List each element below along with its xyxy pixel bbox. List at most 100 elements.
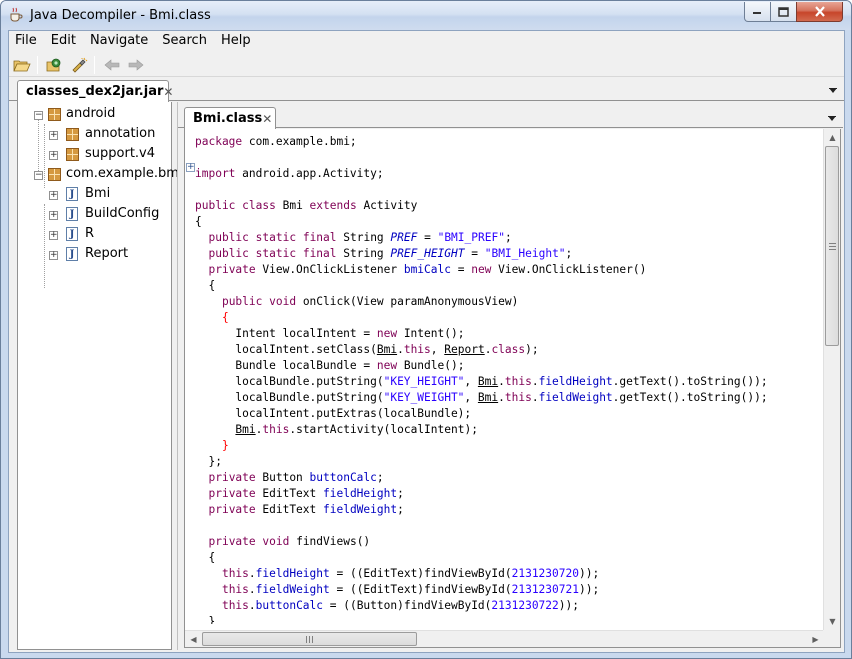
package-tree[interactable]: − android + annotation + support.v4 − co… xyxy=(17,102,183,650)
code-line: private void findViews() xyxy=(208,535,371,548)
scroll-left-icon[interactable]: ◀ xyxy=(185,631,202,647)
code-line: this.fieldWeight = ((EditText)findViewBy… xyxy=(221,583,600,596)
client-area: File Edit Navigate Search Help classes_d… xyxy=(8,30,845,653)
open-type-icon xyxy=(46,58,61,71)
open-file-button[interactable] xyxy=(11,54,33,76)
code-line: public static final String PREF_HEIGHT =… xyxy=(208,247,573,260)
maximize-button[interactable] xyxy=(770,2,797,22)
package-icon xyxy=(66,128,79,141)
code-line: } xyxy=(221,439,229,452)
window-bottom-frame xyxy=(1,653,851,658)
collapse-icon[interactable]: − xyxy=(34,171,43,180)
close-icon xyxy=(814,6,825,17)
back-button[interactable] xyxy=(101,54,123,76)
coffee-cup-icon xyxy=(10,7,23,22)
close-tab-icon[interactable]: ✕ xyxy=(262,111,272,127)
toolbar xyxy=(9,53,844,77)
close-tab-icon[interactable]: ✕ xyxy=(163,84,173,100)
code-line: private View.OnClickListener bmiCalc = n… xyxy=(208,263,647,276)
tab-list-dropdown[interactable] xyxy=(827,114,837,124)
expand-icon[interactable]: + xyxy=(49,131,58,140)
open-type-button[interactable] xyxy=(44,54,66,76)
code-line: { xyxy=(221,311,229,324)
tree-node-buildconfig[interactable]: + J BuildConfig xyxy=(18,205,171,225)
grip-icon xyxy=(306,635,313,643)
open-file-icon xyxy=(13,60,31,71)
title-bar[interactable]: Java Decompiler - Bmi.class xyxy=(1,1,851,30)
tree-node-report[interactable]: + J Report xyxy=(18,245,171,265)
tab-classes-dex2jar[interactable]: classes_dex2jar.jar ✕ xyxy=(17,80,173,102)
collapse-icon[interactable]: − xyxy=(34,111,43,120)
menu-file[interactable]: File xyxy=(9,31,44,51)
horizontal-scrollbar[interactable]: ◀ ▶ xyxy=(185,630,824,647)
menu-help[interactable]: Help xyxy=(214,31,258,51)
code-line: localBundle.putString("KEY_HEIGHT", Bmi.… xyxy=(195,375,768,388)
code-line: Bmi.this.startActivity(localIntent); xyxy=(235,423,478,436)
archive-tab-strip: classes_dex2jar.jar ✕ xyxy=(9,79,844,102)
tree-node-label: annotation xyxy=(85,126,156,141)
code-line: { xyxy=(195,551,216,564)
grip-icon xyxy=(828,242,836,250)
editor-panel: Bmi.class ✕ + package com.example.bmi; im… xyxy=(177,102,843,650)
chevron-down-icon xyxy=(828,88,837,93)
horizontal-scroll-thumb[interactable] xyxy=(202,632,417,646)
window-title: Java Decompiler - Bmi.class xyxy=(30,8,211,23)
code-line: public static final String PREF = "BMI_P… xyxy=(208,231,512,244)
maximize-icon xyxy=(778,6,789,17)
class-file-icon: J xyxy=(66,227,78,241)
forward-button[interactable] xyxy=(125,54,147,76)
tree-node-label: support.v4 xyxy=(85,146,156,161)
code-line: private EditText fieldHeight; xyxy=(208,487,404,500)
tree-node-support-v4[interactable]: + support.v4 xyxy=(18,145,171,165)
tree-node-label: Bmi xyxy=(85,186,111,201)
tab-bmi-class[interactable]: Bmi.class ✕ xyxy=(184,107,276,129)
menu-bar: File Edit Navigate Search Help xyxy=(9,31,844,51)
vertical-scroll-thumb[interactable] xyxy=(825,146,839,346)
vertical-scrollbar[interactable]: ▲ ▼ xyxy=(823,129,840,630)
expand-icon[interactable]: + xyxy=(49,211,58,220)
code-line: localIntent.setClass(Bmi.this, Report.cl… xyxy=(195,343,539,356)
code-line: Bundle localBundle = new Bundle(); xyxy=(195,359,465,372)
expand-icon[interactable]: + xyxy=(49,251,58,260)
code-line: public void onClick(View paramAnonymousV… xyxy=(221,295,519,308)
tree-node-label: com.example.bmi xyxy=(66,166,183,181)
menu-search[interactable]: Search xyxy=(155,31,214,51)
tree-node-android[interactable]: − android xyxy=(18,105,171,125)
menu-edit[interactable]: Edit xyxy=(44,31,83,51)
tab-label: Bmi.class xyxy=(193,111,263,126)
expand-icon[interactable]: + xyxy=(49,191,58,200)
code-line: private Button buttonCalc; xyxy=(208,471,384,484)
close-button[interactable] xyxy=(796,2,843,22)
menu-navigate[interactable]: Navigate xyxy=(83,31,155,51)
expand-icon[interactable]: + xyxy=(49,231,58,240)
tree-node-annotation[interactable]: + annotation xyxy=(18,125,171,145)
scroll-corner xyxy=(823,630,840,647)
code-lines[interactable]: package com.example.bmi; import android.a… xyxy=(195,134,823,624)
flashlight-icon xyxy=(72,57,88,73)
code-line: }; xyxy=(195,455,222,468)
tab-list-dropdown[interactable] xyxy=(828,86,838,96)
tree-node-r[interactable]: + J R xyxy=(18,225,171,245)
class-file-icon: J xyxy=(66,187,78,201)
tree-node-com-example-bmi[interactable]: − com.example.bmi xyxy=(18,165,183,185)
expand-imports-icon[interactable]: + xyxy=(186,163,195,172)
expand-icon[interactable]: + xyxy=(49,151,58,160)
code-line: import android.app.Activity; xyxy=(195,167,384,180)
code-line: } xyxy=(195,615,216,624)
scroll-up-icon[interactable]: ▲ xyxy=(824,129,840,146)
scroll-right-icon[interactable]: ▶ xyxy=(807,631,824,647)
scroll-down-icon[interactable]: ▼ xyxy=(824,613,840,630)
code-line: localBundle.putString("KEY_WEIGHT", Bmi.… xyxy=(195,391,768,404)
minimize-button[interactable] xyxy=(744,2,771,22)
class-file-icon: J xyxy=(66,247,78,261)
package-icon xyxy=(48,108,61,121)
code-line: this.fieldHeight = ((EditText)findViewBy… xyxy=(221,567,600,580)
source-code-view[interactable]: + package com.example.bmi; import android… xyxy=(184,129,841,648)
tree-node-label: BuildConfig xyxy=(85,206,160,221)
open-type-hierarchy-button[interactable] xyxy=(68,54,90,76)
package-icon xyxy=(66,148,79,161)
tree-node-bmi[interactable]: + J Bmi xyxy=(18,185,171,205)
